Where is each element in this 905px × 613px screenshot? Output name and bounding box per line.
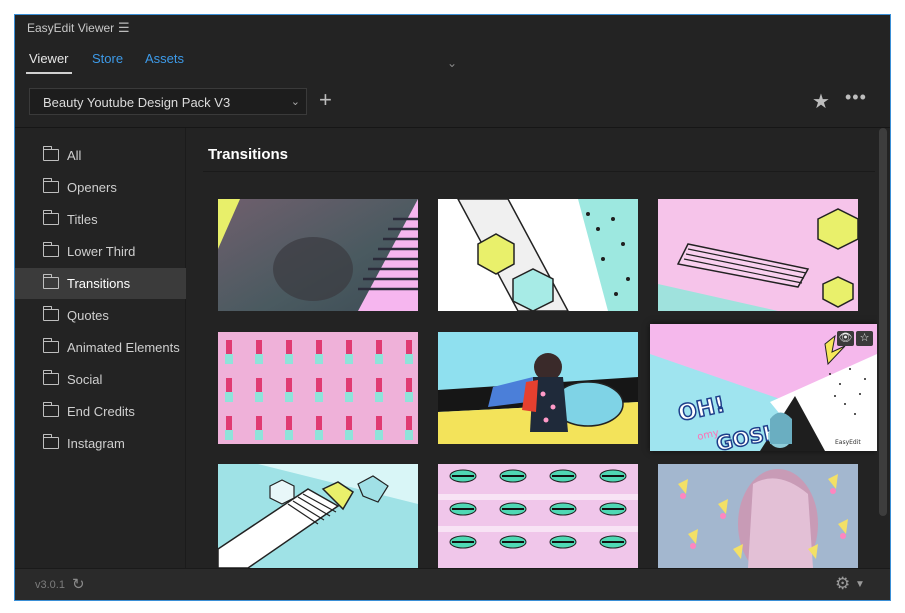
star-icon[interactable]: ★ — [812, 89, 830, 114]
preview-eye-icon[interactable]: 👁 — [837, 331, 854, 346]
sidebar-item-label: Openers — [67, 180, 117, 195]
sidebar-item-instagram[interactable]: Instagram — [15, 428, 186, 459]
folder-icon — [42, 210, 59, 225]
status-footer: v3.0.1 ↻ ⚙ ▼ — [15, 568, 890, 600]
favorite-star-icon[interactable]: ☆ — [856, 331, 873, 346]
content-panel: Transitions OH! omy GOSH EasyEdit 👁 ☆ — [187, 128, 877, 568]
thumbnail-transition-1[interactable] — [218, 199, 418, 311]
tab-assets[interactable]: Assets — [145, 51, 184, 66]
sidebar-item-quotes[interactable]: Quotes — [15, 300, 186, 331]
more-options-icon[interactable]: ••• — [845, 87, 867, 108]
pack-dropdown-value: Beauty Youtube Design Pack V3 — [43, 95, 231, 110]
tab-store[interactable]: Store — [92, 51, 123, 66]
folder-icon — [42, 402, 59, 417]
svg-text:EasyEdit: EasyEdit — [835, 439, 861, 446]
folder-icon — [42, 338, 59, 353]
sidebar-item-animated-elements[interactable]: Animated Elements — [15, 332, 186, 363]
sidebar-item-transitions[interactable]: Transitions — [15, 268, 186, 299]
thumbnail-hover-tools: 👁 ☆ — [835, 328, 873, 346]
sidebar-item-label: Instagram — [67, 436, 125, 451]
app-window: EasyEdit Viewer ☰ Viewer Store Assets ⌄ … — [14, 14, 891, 601]
sidebar-item-label: All — [67, 148, 82, 163]
thumbnail-transition-2[interactable] — [438, 199, 638, 311]
app-title: EasyEdit Viewer — [27, 21, 115, 35]
refresh-icon[interactable]: ↻ — [72, 575, 85, 593]
gear-icon[interactable]: ⚙ — [835, 574, 850, 594]
sidebar-item-lower-third[interactable]: Lower Third — [15, 236, 186, 267]
section-title: Transitions — [208, 146, 289, 163]
tab-bar: Viewer Store Assets ⌄ — [15, 45, 890, 75]
hamburger-menu-icon[interactable]: ☰ — [118, 20, 130, 36]
sidebar-item-label: End Credits — [67, 404, 135, 419]
folder-icon — [42, 178, 59, 193]
sidebar-item-end-credits[interactable]: End Credits — [15, 396, 186, 427]
thumbnail-transition-5[interactable] — [438, 332, 638, 444]
tab-viewer[interactable]: Viewer — [29, 51, 69, 66]
title-bar: EasyEdit Viewer ☰ — [15, 15, 890, 41]
thumbnail-transition-3[interactable] — [658, 199, 858, 311]
add-button[interactable]: + — [319, 88, 332, 112]
thumbnail-transition-6[interactable]: OH! omy GOSH EasyEdit 👁 ☆ — [650, 324, 877, 451]
folder-icon — [42, 242, 59, 257]
sidebar-item-openers[interactable]: Openers — [15, 172, 186, 203]
active-tab-indicator — [26, 72, 72, 74]
divider — [203, 171, 875, 172]
sidebar-item-label: Transitions — [67, 276, 131, 291]
scrollbar-thumb[interactable] — [879, 128, 887, 516]
chevron-down-icon: ⌄ — [290, 96, 300, 108]
thumbnail-transition-8[interactable] — [438, 464, 638, 568]
folder-icon — [42, 146, 59, 161]
pack-dropdown[interactable]: Beauty Youtube Design Pack V3 ⌄ — [29, 88, 307, 115]
thumbnail-transition-9[interactable] — [658, 464, 858, 568]
sidebar-item-label: Quotes — [67, 308, 109, 323]
version-label: v3.0.1 — [35, 579, 65, 591]
sidebar-item-label: Lower Third — [67, 244, 136, 259]
sidebar-item-social[interactable]: Social — [15, 364, 186, 395]
thumbnail-transition-7[interactable] — [218, 464, 418, 568]
chevron-down-icon[interactable]: ▼ — [855, 579, 865, 590]
sidebar-item-label: Social — [67, 372, 103, 387]
content-scrollbar[interactable] — [877, 128, 889, 568]
sidebar-item-all[interactable]: All — [15, 140, 186, 171]
folder-icon — [42, 434, 59, 449]
chevron-down-icon[interactable]: ⌄ — [447, 56, 457, 70]
folder-icon — [42, 274, 59, 289]
sidebar-item-label: Titles — [67, 212, 98, 227]
category-sidebar: All Openers Titles Lower Third Transitio… — [15, 128, 186, 568]
sidebar-item-label: Animated Elements — [67, 340, 180, 355]
sidebar-item-titles[interactable]: Titles — [15, 204, 186, 235]
thumbnail-transition-4[interactable] — [218, 332, 418, 444]
folder-icon — [42, 306, 59, 321]
folder-icon — [42, 370, 59, 385]
